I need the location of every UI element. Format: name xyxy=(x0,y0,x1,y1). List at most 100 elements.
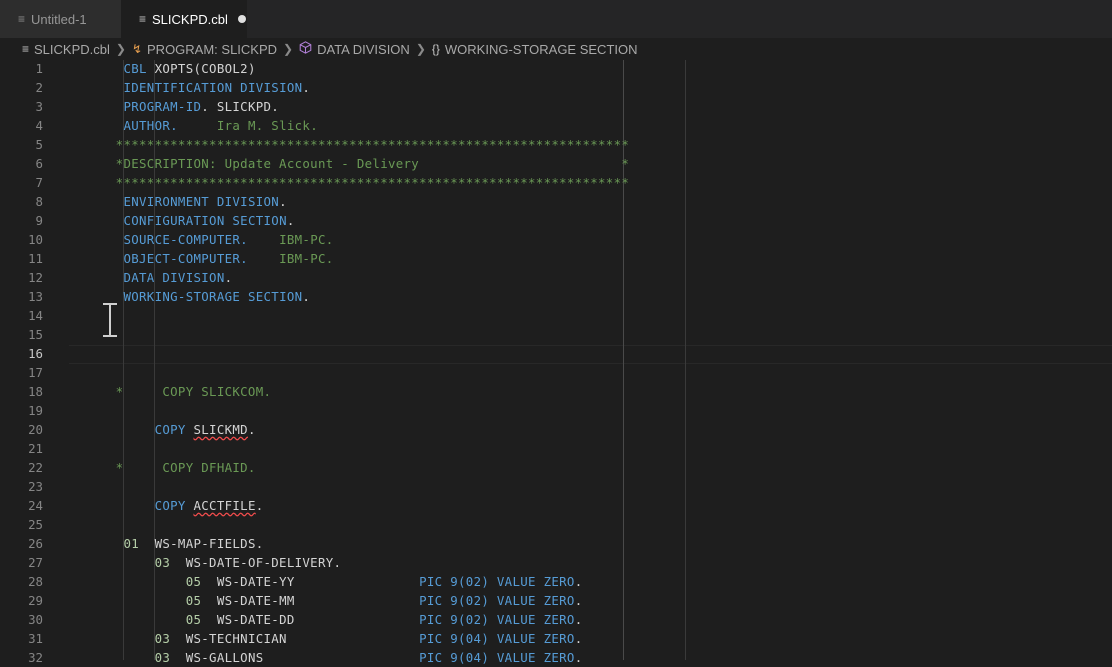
code-line[interactable]: 19 xyxy=(0,401,1112,420)
code-line[interactable]: 3 PROGRAM-ID. SLICKPD. xyxy=(0,97,1112,116)
line-number[interactable]: 24 xyxy=(0,496,43,515)
line-number[interactable]: 17 xyxy=(0,363,43,382)
chevron-right-icon: ❯ xyxy=(116,42,126,56)
code-line[interactable]: 28 05 WS-DATE-YY PIC 9(02) VALUE ZERO. xyxy=(0,572,1112,591)
line-text: ****************************************… xyxy=(69,135,629,154)
line-number[interactable]: 3 xyxy=(0,97,43,116)
line-number[interactable]: 6 xyxy=(0,154,43,173)
line-number[interactable]: 1 xyxy=(0,59,43,78)
line-number[interactable]: 23 xyxy=(0,477,43,496)
line-number[interactable]: 18 xyxy=(0,382,43,401)
line-number[interactable]: 5 xyxy=(0,135,43,154)
code-line[interactable]: 26 01 WS-MAP-FIELDS. xyxy=(0,534,1112,553)
code-keyword: CONFIGURATION SECTION xyxy=(123,213,286,228)
code-comment: * COPY DFHAID. xyxy=(69,460,256,475)
code-line[interactable]: 2 IDENTIFICATION DIVISION. xyxy=(0,78,1112,97)
code-keyword: PIC 9(04) VALUE ZERO xyxy=(419,650,575,665)
line-number[interactable]: 26 xyxy=(0,534,43,553)
line-number[interactable]: 9 xyxy=(0,211,43,230)
breadcrumb-file[interactable]: ≡ SLICKPD.cbl xyxy=(22,42,110,57)
code-line[interactable]: 22 * COPY DFHAID. xyxy=(0,458,1112,477)
code-token xyxy=(69,99,123,114)
code-line[interactable]: 29 05 WS-DATE-MM PIC 9(02) VALUE ZERO. xyxy=(0,591,1112,610)
code-keyword: DATA DIVISION xyxy=(123,270,224,285)
line-number[interactable]: 12 xyxy=(0,268,43,287)
code-line[interactable]: 27 03 WS-DATE-OF-DELIVERY. xyxy=(0,553,1112,572)
line-number[interactable]: 22 xyxy=(0,458,43,477)
lines-file-icon: ≡ xyxy=(139,12,146,26)
code-token xyxy=(69,593,186,608)
line-number[interactable]: 28 xyxy=(0,572,43,591)
line-number[interactable]: 15 xyxy=(0,325,43,344)
code-line[interactable]: 11 OBJECT-COMPUTER. IBM-PC. xyxy=(0,249,1112,268)
line-number[interactable]: 19 xyxy=(0,401,43,420)
code-token: . xyxy=(302,80,310,95)
code-line[interactable]: 21 xyxy=(0,439,1112,458)
breadcrumb-program[interactable]: ↯ PROGRAM: SLICKPD xyxy=(132,42,277,57)
code-line[interactable]: 5 **************************************… xyxy=(0,135,1112,154)
code-keyword: ENVIRONMENT DIVISION xyxy=(123,194,279,209)
line-number[interactable]: 30 xyxy=(0,610,43,629)
code-line[interactable]: 15 xyxy=(0,325,1112,344)
unsaved-dot-icon[interactable] xyxy=(238,15,246,23)
code-line[interactable]: 31 03 WS-TECHNICIAN PIC 9(04) VALUE ZERO… xyxy=(0,629,1112,648)
code-editor[interactable]: 1 CBL XOPTS(COBOL2)2 IDENTIFICATION DIVI… xyxy=(0,60,1112,660)
line-number[interactable]: 27 xyxy=(0,553,43,572)
code-token: IBM-PC. xyxy=(248,232,334,247)
line-text: 03 WS-GALLONS PIC 9(04) VALUE ZERO. xyxy=(69,648,582,667)
code-line[interactable]: 6 *DESCRIPTION: Update Account - Deliver… xyxy=(0,154,1112,173)
code-comment: *DESCRIPTION: Update Account - Delivery … xyxy=(69,156,629,171)
code-line[interactable]: 25 xyxy=(0,515,1112,534)
code-line[interactable]: 17 xyxy=(0,363,1112,382)
code-line[interactable]: 10 SOURCE-COMPUTER. IBM-PC. xyxy=(0,230,1112,249)
code-line[interactable]: 24 COPY ACCTFILE. xyxy=(0,496,1112,515)
code-level-number: 03 xyxy=(155,555,171,570)
line-number[interactable]: 32 xyxy=(0,648,43,667)
line-number[interactable]: 13 xyxy=(0,287,43,306)
line-number[interactable]: 2 xyxy=(0,78,43,97)
tab-slickpd-cbl[interactable]: ≡ SLICKPD.cbl xyxy=(121,0,247,38)
line-number[interactable]: 11 xyxy=(0,249,43,268)
code-line[interactable]: 20 COPY SLICKMD. xyxy=(0,420,1112,439)
code-line[interactable]: 18 * COPY SLICKCOM. xyxy=(0,382,1112,401)
line-number[interactable]: 16 xyxy=(0,344,43,363)
line-number[interactable]: 10 xyxy=(0,230,43,249)
line-text: OBJECT-COMPUTER. IBM-PC. xyxy=(69,249,334,268)
code-line[interactable]: 14 xyxy=(0,306,1112,325)
tab-untitled-1[interactable]: ≡ Untitled-1 xyxy=(0,0,121,38)
code-line[interactable]: 4 AUTHOR. Ira M. Slick. xyxy=(0,116,1112,135)
code-line[interactable]: 16 xyxy=(0,344,1112,363)
line-number[interactable]: 29 xyxy=(0,591,43,610)
line-number[interactable]: 7 xyxy=(0,173,43,192)
code-line[interactable]: 12 DATA DIVISION. xyxy=(0,268,1112,287)
line-number[interactable]: 8 xyxy=(0,192,43,211)
breadcrumb-division[interactable]: DATA DIVISION xyxy=(299,41,410,57)
code-comment: * COPY SLICKCOM. xyxy=(69,384,271,399)
code-line[interactable]: 32 03 WS-GALLONS PIC 9(04) VALUE ZERO. xyxy=(0,648,1112,667)
code-line[interactable]: 13 WORKING-STORAGE SECTION. xyxy=(0,287,1112,306)
line-number[interactable]: 21 xyxy=(0,439,43,458)
breadcrumb-section-label: WORKING-STORAGE SECTION xyxy=(445,42,638,57)
tab-label: SLICKPD.cbl xyxy=(152,12,228,27)
line-number[interactable]: 4 xyxy=(0,116,43,135)
breadcrumb-section[interactable]: {} WORKING-STORAGE SECTION xyxy=(432,42,638,57)
line-number[interactable]: 25 xyxy=(0,515,43,534)
program-symbol-icon: ↯ xyxy=(132,42,142,56)
code-line[interactable]: 23 xyxy=(0,477,1112,496)
code-token xyxy=(69,574,186,589)
line-text: SOURCE-COMPUTER. IBM-PC. xyxy=(69,230,334,249)
code-line[interactable]: 9 CONFIGURATION SECTION. xyxy=(0,211,1112,230)
code-token: WS-MAP-FIELDS. xyxy=(139,536,263,551)
line-number[interactable]: 20 xyxy=(0,420,43,439)
line-number[interactable]: 31 xyxy=(0,629,43,648)
breadcrumb-division-label: DATA DIVISION xyxy=(317,42,410,57)
code-token xyxy=(69,213,123,228)
line-number[interactable]: 14 xyxy=(0,306,43,325)
line-text: ****************************************… xyxy=(69,173,629,192)
code-line[interactable]: 30 05 WS-DATE-DD PIC 9(02) VALUE ZERO. xyxy=(0,610,1112,629)
code-line[interactable]: 1 CBL XOPTS(COBOL2) xyxy=(0,59,1112,78)
code-keyword: PIC 9(02) VALUE ZERO xyxy=(419,612,575,627)
code-line[interactable]: 7 **************************************… xyxy=(0,173,1112,192)
line-text: 03 WS-TECHNICIAN PIC 9(04) VALUE ZERO. xyxy=(69,629,582,648)
code-line[interactable]: 8 ENVIRONMENT DIVISION. xyxy=(0,192,1112,211)
